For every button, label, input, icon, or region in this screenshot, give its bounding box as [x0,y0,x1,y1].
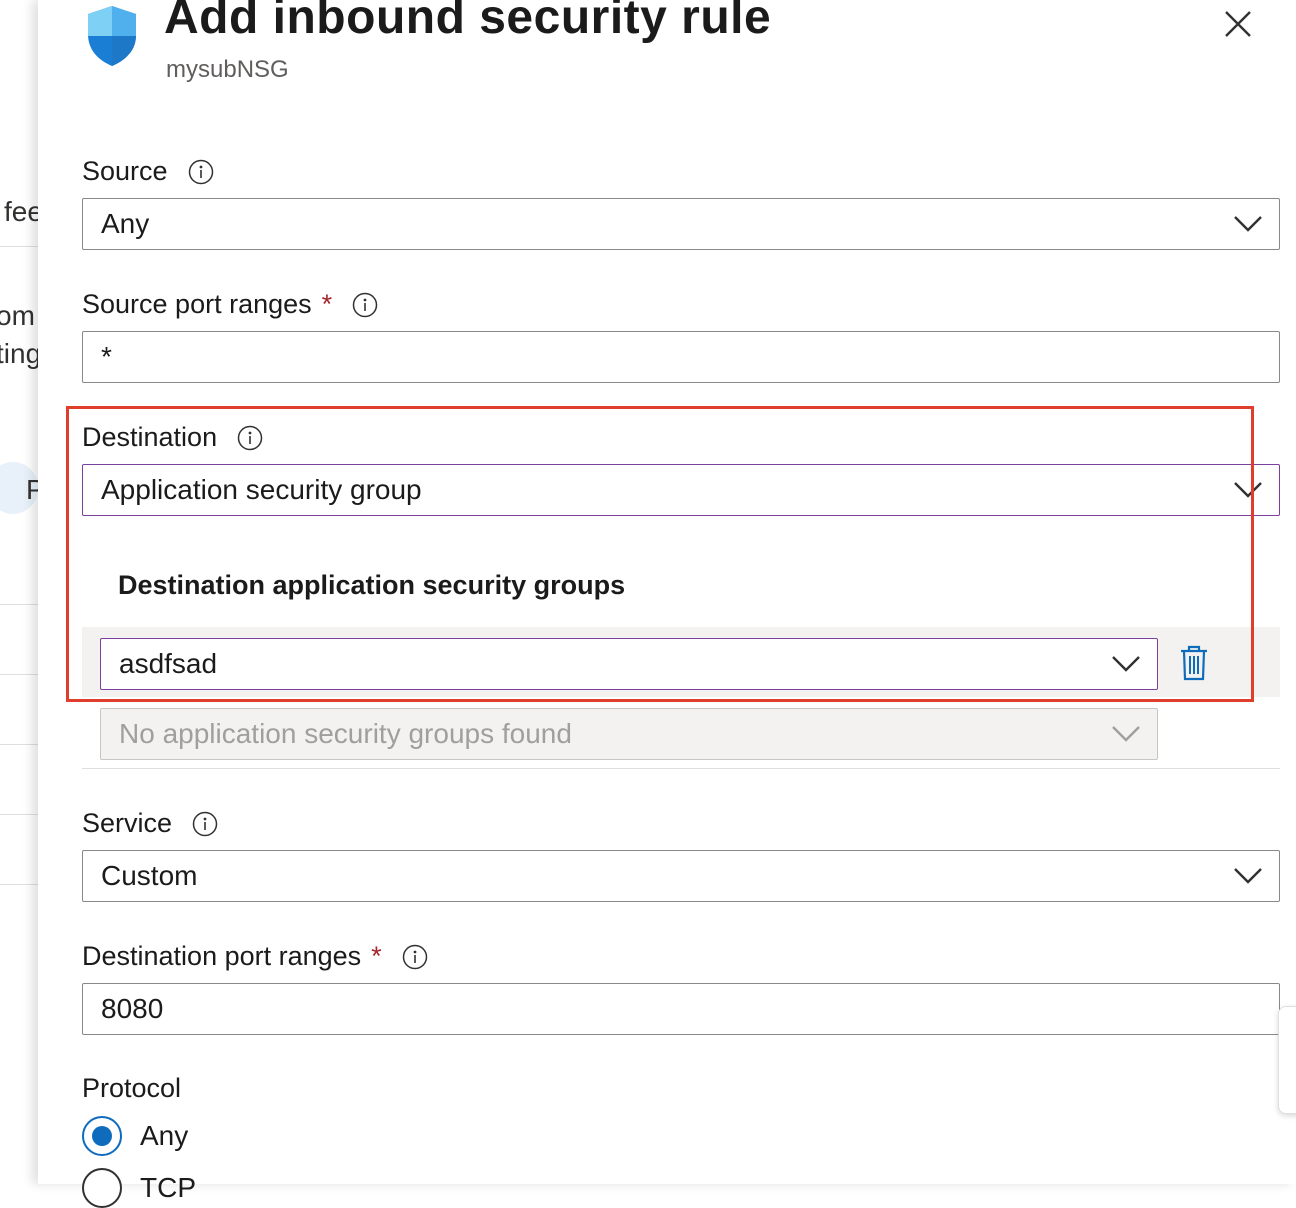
destination-port-ranges-label-row: Destination port ranges * [82,941,428,972]
destination-port-ranges-value: 8080 [101,993,164,1024]
asg-selection-row: asdfsad [82,627,1280,697]
source-port-ranges-input[interactable]: * [82,331,1280,383]
close-icon [1225,11,1251,37]
info-icon[interactable] [237,425,263,451]
panel-title: Add inbound security rule [164,0,772,44]
info-icon[interactable] [188,159,214,185]
source-label-row: Source [82,156,214,187]
delete-asg-button[interactable] [1174,643,1214,683]
shield-icon [88,6,136,66]
chevron-down-icon [1234,216,1262,232]
chevron-down-icon [1112,656,1140,672]
protocol-option-label: TCP [140,1172,196,1203]
add-inbound-rule-panel: Add inbound security rule mysubNSG Sourc… [38,0,1296,1208]
background-text-fragment: ting [0,338,38,369]
source-port-ranges-label-row: Source port ranges * [82,289,378,320]
service-dropdown-value: Custom [101,860,198,891]
close-button[interactable] [1218,4,1258,44]
background-blade: fee om ting P [0,0,38,1184]
destination-label-row: Destination [82,422,263,453]
protocol-option-tcp[interactable]: TCP [82,1168,196,1208]
destination-asg-value: asdfsad [119,648,218,679]
protocol-label-row: Protocol [82,1073,181,1104]
divider [0,674,38,675]
radio-button[interactable] [82,1168,122,1208]
divider [0,884,38,885]
radio-button-selected[interactable] [82,1116,122,1156]
required-marker: * [321,289,333,319]
panel-subtitle: mysubNSG [166,56,289,83]
source-port-ranges-label: Source port ranges [82,289,312,319]
source-dropdown[interactable]: Any [82,198,1280,250]
divider [0,246,38,247]
protocol-option-any[interactable]: Any [82,1116,188,1156]
info-icon[interactable] [402,944,428,970]
protocol-label: Protocol [82,1073,182,1103]
service-label: Service [82,808,173,838]
background-text-fragment: om [0,300,35,331]
destination-dropdown-value: Application security group [101,474,422,505]
destination-port-ranges-label: Destination port ranges [82,941,362,971]
empty-asg-placeholder: No application security groups found [119,718,572,749]
chevron-down-icon [1234,482,1262,498]
trash-icon [1181,645,1207,681]
background-text-fragment: fee [4,196,38,227]
source-port-ranges-value: * [101,341,112,372]
feedback-tab[interactable] [1278,1006,1296,1114]
divider [0,814,38,815]
destination-port-ranges-input[interactable]: 8080 [82,983,1280,1035]
required-marker: * [371,941,382,971]
divider [0,604,38,605]
info-icon[interactable] [192,811,218,837]
info-icon[interactable] [352,292,378,318]
destination-dropdown[interactable]: Application security group [82,464,1280,516]
background-text-fragment: P [26,474,38,505]
service-dropdown[interactable]: Custom [82,850,1280,902]
destination-label: Destination [82,422,218,452]
source-label: Source [82,156,168,186]
divider [82,768,1280,769]
destination-asg-heading: Destination application security groups [118,570,626,600]
divider [0,744,38,745]
source-dropdown-value: Any [101,208,150,239]
destination-asg-dropdown[interactable]: asdfsad [100,638,1158,690]
service-label-row: Service [82,808,218,839]
chevron-down-icon [1112,726,1140,742]
protocol-option-label: Any [140,1120,189,1151]
chevron-down-icon [1234,868,1262,884]
empty-asg-dropdown: No application security groups found [100,708,1158,760]
